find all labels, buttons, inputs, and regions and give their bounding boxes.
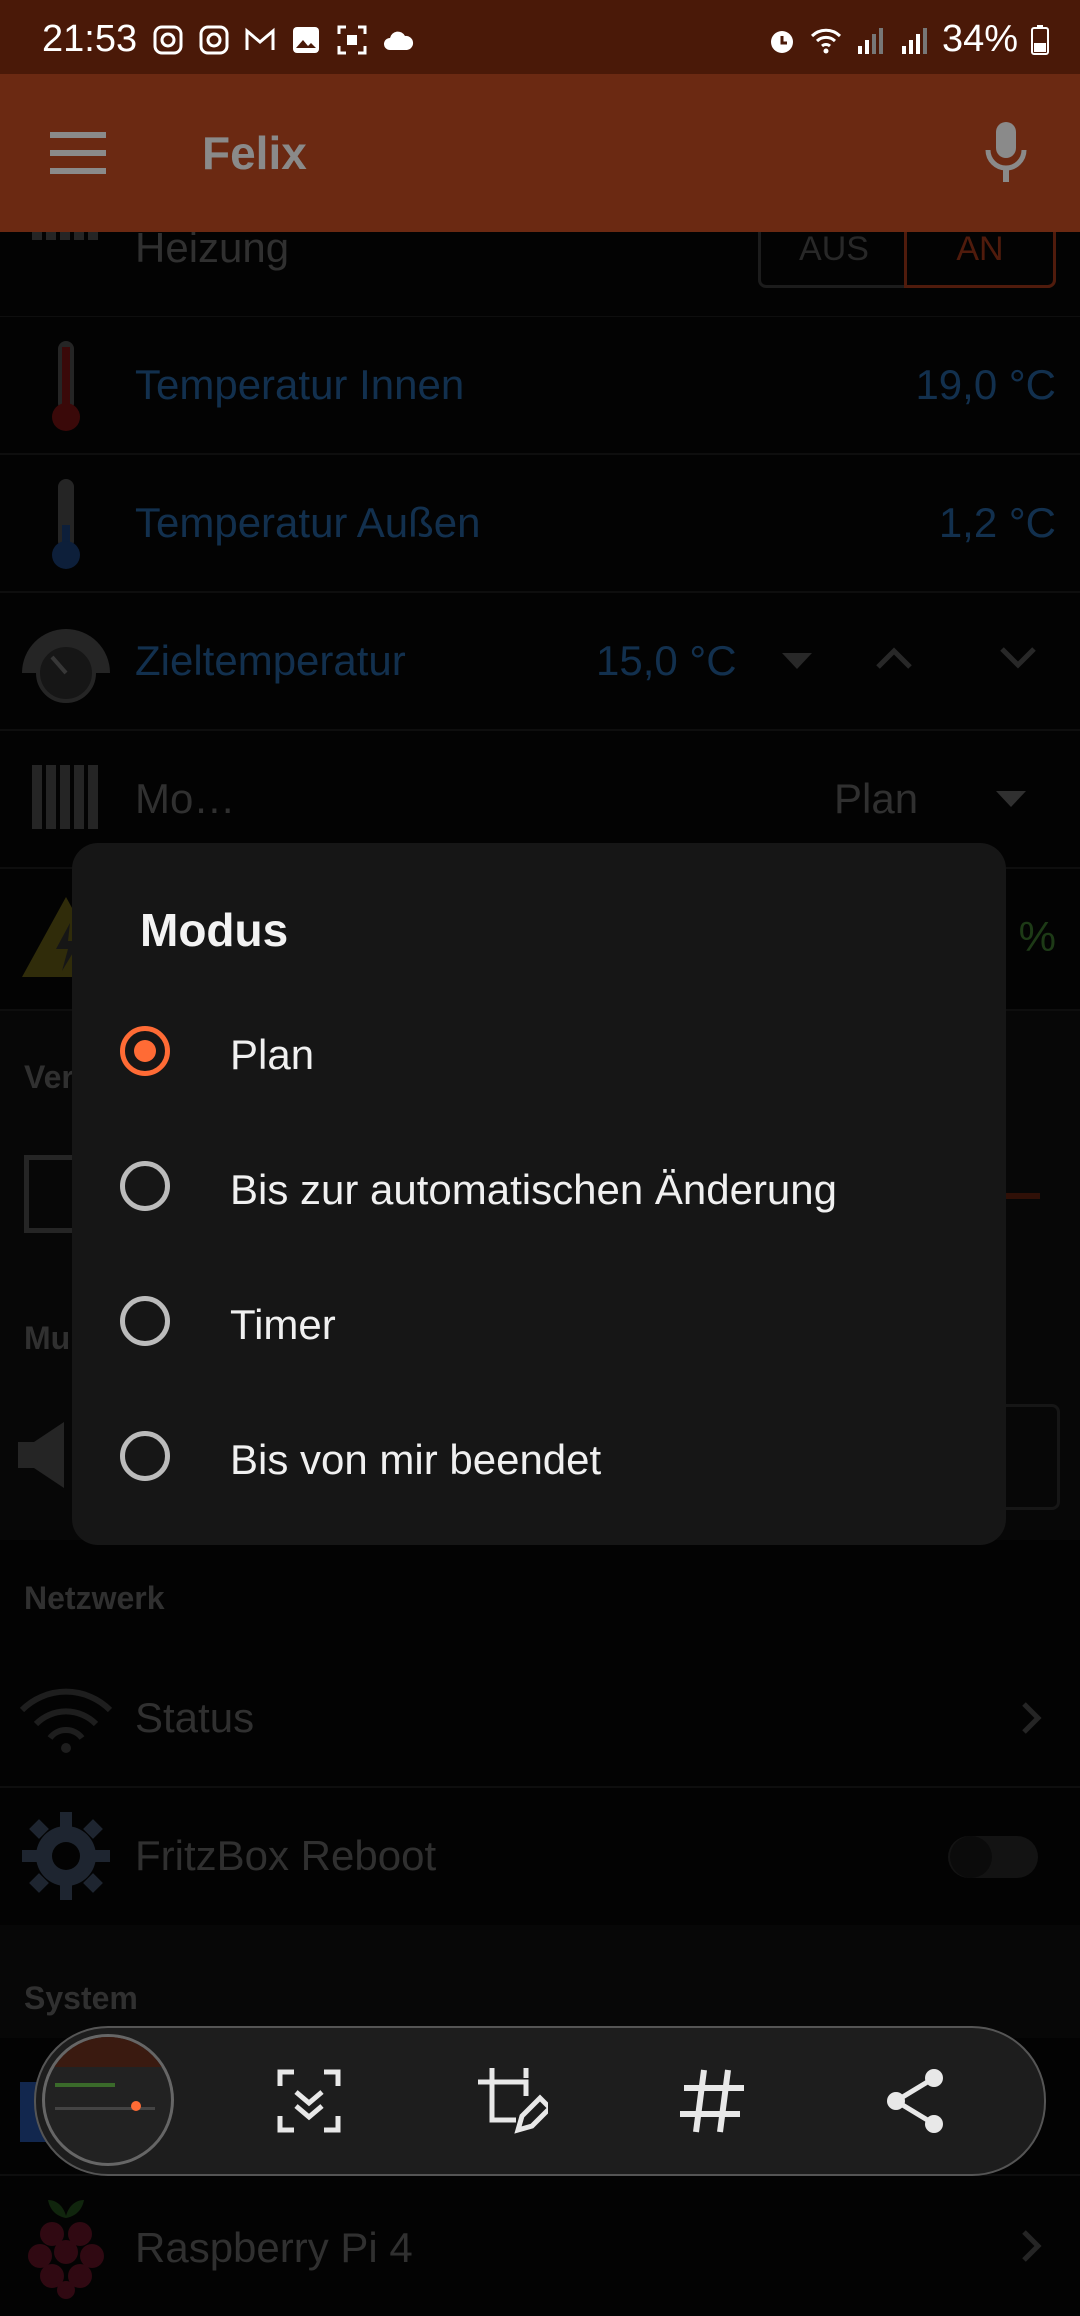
alarm-icon — [770, 30, 793, 53]
option-label: Bis zur automatischen Änderung — [230, 1166, 838, 1213]
cloud-icon — [384, 31, 414, 50]
option-label: Timer — [230, 1301, 336, 1348]
hashtag-icon[interactable] — [676, 2064, 750, 2138]
thumbnail-preview-dot — [131, 2101, 141, 2111]
radio-unselected-icon[interactable] — [120, 1296, 170, 1346]
screenshot-toolbar — [34, 2026, 1046, 2176]
radio-unselected-icon[interactable] — [120, 1431, 170, 1481]
gallery-icon — [293, 27, 319, 53]
thumbnail-preview — [45, 2037, 171, 2067]
share-icon[interactable] — [878, 2064, 952, 2138]
option-bis-von-mir-beendet[interactable]: Bis von mir beendet — [120, 1398, 980, 1518]
radio-selected-icon[interactable] — [120, 1026, 170, 1076]
crop-edit-icon[interactable] — [474, 2064, 548, 2138]
radio-unselected-icon[interactable] — [120, 1161, 170, 1211]
gmail-icon — [245, 27, 275, 50]
dialog-title: Modus — [140, 904, 289, 956]
wifi-icon — [810, 28, 841, 53]
signal-icon — [901, 27, 927, 54]
battery-icon — [1031, 24, 1049, 55]
battery-percent: 34% — [941, 18, 1018, 60]
microphone-icon[interactable] — [984, 120, 1028, 184]
screenshot-icon — [337, 25, 367, 55]
instagram-icon — [199, 25, 229, 55]
option-plan[interactable]: Plan — [120, 993, 980, 1113]
option-label: Bis von mir beendet — [230, 1436, 602, 1483]
modus-dialog: Modus Plan Bis zur automatischen Änderun… — [72, 843, 1006, 1545]
system-status: 34% — [766, 18, 1050, 61]
appbar-copy: Felix — [0, 74, 1080, 232]
scroll-capture-icon[interactable] — [272, 2064, 346, 2138]
status-bar: 21:53 34% — [0, 0, 1080, 74]
app-title: Felix — [202, 127, 307, 179]
option-label: Plan — [230, 1031, 315, 1078]
option-timer[interactable]: Timer — [120, 1263, 980, 1383]
status-time: 21:53 — [42, 18, 138, 60]
option-bis-zur-automatischen-aenderung[interactable]: Bis zur automatischen Änderung — [120, 1128, 980, 1248]
notification-icons — [152, 24, 414, 56]
screenshot-thumbnail[interactable] — [42, 2034, 174, 2166]
instagram-icon — [153, 25, 183, 55]
signal-icon — [857, 27, 883, 54]
hamburger-menu-icon[interactable] — [50, 132, 106, 174]
thumbnail-preview-line — [55, 2083, 115, 2087]
